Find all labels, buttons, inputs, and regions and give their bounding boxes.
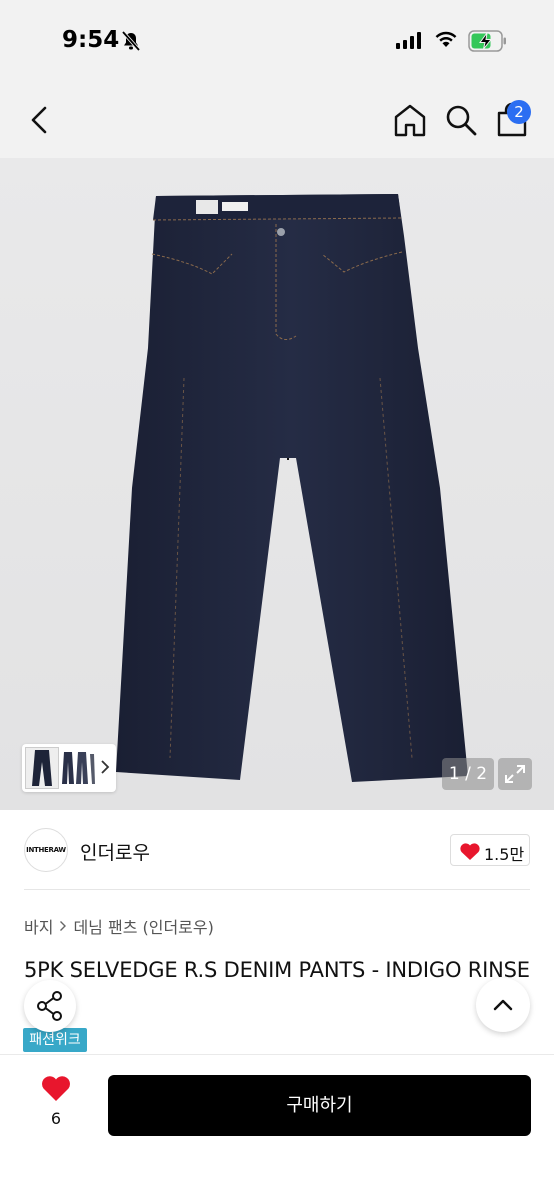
status-bar: 9:54 xyxy=(0,0,554,84)
share-icon xyxy=(37,991,62,1021)
share-button[interactable] xyxy=(24,980,76,1032)
divider xyxy=(24,889,530,890)
store-like-button[interactable]: 1.5만 xyxy=(450,834,530,866)
wishlist-heart-icon[interactable] xyxy=(40,1075,72,1103)
chevron-up-icon xyxy=(493,999,513,1011)
battery-charging-icon xyxy=(468,30,506,52)
store-like-count: 1.5만 xyxy=(484,845,525,864)
wifi-icon xyxy=(435,31,457,47)
bell-off-icon xyxy=(121,30,141,52)
image-page-counter: 1 / 2 xyxy=(442,758,494,790)
cellular-signal-icon xyxy=(396,32,421,49)
expand-icon[interactable] xyxy=(498,758,532,790)
breadcrumb-item[interactable]: 바지 xyxy=(24,914,53,938)
seller-name[interactable]: 인더로우 xyxy=(80,838,150,865)
buy-button[interactable]: 구매하기 xyxy=(108,1075,531,1136)
wishlist-count: 6 xyxy=(50,1109,62,1128)
heart-icon xyxy=(460,843,480,860)
search-icon[interactable] xyxy=(444,102,478,138)
product-title: 5PK SELVEDGE R.S DENIM PANTS - INDIGO RI… xyxy=(24,958,530,982)
scroll-to-top-button[interactable] xyxy=(476,978,530,1032)
home-icon[interactable] xyxy=(392,102,428,138)
thumbnail-back-view[interactable] xyxy=(62,750,96,786)
status-time: 9:54 xyxy=(62,27,120,53)
back-arrow-icon[interactable] xyxy=(22,100,58,140)
breadcrumb: 바지 데님 팬츠 (인더로우) xyxy=(24,914,214,938)
seller-logo[interactable]: INTHERAW xyxy=(24,828,68,872)
bottom-action-bar: 6 구매하기 xyxy=(0,1054,554,1200)
breadcrumb-item[interactable]: 데님 팬츠 (인더로우) xyxy=(73,914,213,938)
chevron-right-icon xyxy=(60,921,67,931)
cart-count-badge: 2 xyxy=(507,100,531,124)
denim-pants-photo xyxy=(116,194,468,782)
top-navigation-bar xyxy=(0,84,554,158)
thumbnail-strip[interactable] xyxy=(22,744,116,792)
chevron-right-icon xyxy=(101,760,110,774)
thumbnail-selected[interactable] xyxy=(25,747,59,789)
product-image-gallery[interactable]: 1 / 2 xyxy=(0,158,554,810)
